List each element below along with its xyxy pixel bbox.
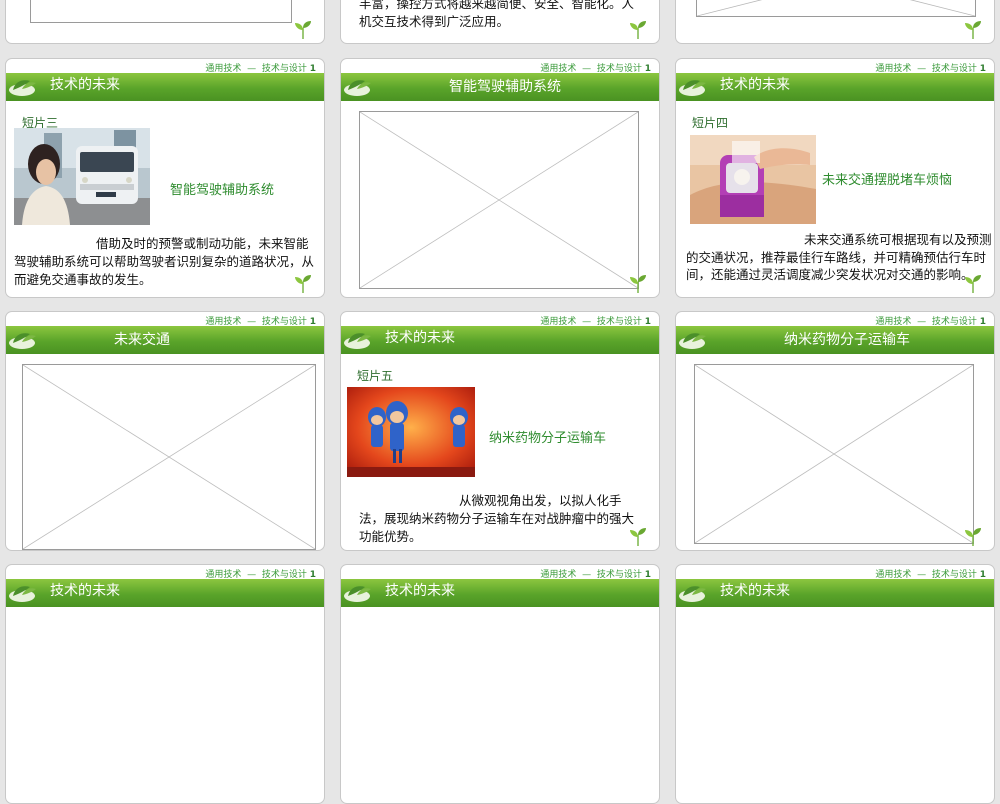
slide-header-title: 未来交通: [114, 332, 170, 348]
leaf-logo-icon: [344, 333, 371, 349]
video-thumbnail-car[interactable]: [14, 128, 150, 225]
slide-thumbnail[interactable]: 通用技术 — 技术与设计 1 智能驾驶辅助系统: [340, 58, 660, 298]
video-thumbnail-watch[interactable]: [690, 135, 816, 224]
slide-thumbnail[interactable]: [5, 0, 325, 44]
slide-body-text: 借助及时的预警或制动功能，未来智能驾驶辅助系统可以帮助驾驶者识别复杂的道路状况，…: [14, 236, 315, 287]
sprout-icon: [965, 21, 981, 39]
slide-header-title: 技术的未来: [385, 330, 455, 346]
slide-thumbnail[interactable]: 通用技术 — 技术与设计 1 技术的未来 短片三 智能驾驶辅助系统 借助及时的预…: [5, 58, 325, 298]
slide-header-title: 技术的未来: [50, 77, 120, 93]
sprout-icon: [295, 21, 311, 39]
video-placeholder[interactable]: [22, 364, 316, 550]
slide-header-title: 技术的未来: [720, 583, 790, 599]
slide-header-title: 技术的未来: [720, 77, 790, 93]
sprout-icon: [295, 275, 311, 293]
slide-thumbnail[interactable]: [675, 0, 995, 44]
leaf-logo-icon: [9, 333, 36, 349]
sprout-icon: [630, 528, 646, 546]
clip-title: 未来交通摆脱堵车烦恼: [822, 173, 953, 188]
leaf-logo-icon: [679, 80, 706, 96]
clip-label: 短片四: [692, 116, 729, 130]
slide-body-text: 丰富，操控方式将越来越简便、安全、智能化。人机交互技术得到广泛应用。: [359, 0, 635, 29]
slide-header-title: 技术的未来: [385, 583, 455, 599]
video-placeholder: [30, 0, 292, 23]
slide-thumbnail[interactable]: 通用技术 — 技术与设计 1 技术的未来 短片五 纳米药物分子运输车 从微观视角…: [340, 311, 660, 551]
slide-header-title: 技术的未来: [50, 583, 120, 599]
sprout-icon: [630, 275, 646, 293]
leaf-logo-icon: [9, 80, 36, 96]
clip-title: 纳米药物分子运输车: [489, 431, 607, 446]
video-thumbnail-nanobots[interactable]: [347, 387, 475, 477]
leaf-logo-icon: [344, 80, 371, 96]
video-placeholder: [696, 0, 976, 17]
slide-thumbnail[interactable]: 通用技术 — 技术与设计 1 技术的未来: [340, 564, 660, 804]
slide-body-text: 从微观视角出发，以拟人化手法，展现纳米药物分子运输车在对战肿瘤中的强大功能优势。: [359, 493, 635, 544]
video-placeholder[interactable]: [694, 364, 974, 544]
slide-thumbnail[interactable]: 通用技术 — 技术与设计 1 未来交通: [5, 311, 325, 551]
slide-thumbnail[interactable]: 通用技术 — 技术与设计 1 技术的未来: [675, 564, 995, 804]
slide-thumbnail[interactable]: 通用技术 — 技术与设计 1 技术的未来 短片四 未来交通摆脱堵车烦恼 未来交通…: [675, 58, 995, 298]
clip-label: 短片五: [357, 369, 394, 383]
video-placeholder[interactable]: [359, 111, 639, 289]
sprout-icon: [630, 21, 646, 39]
sprout-icon: [965, 528, 981, 546]
slide-body-text: 未来交通系统可根据现有以及预测的交通状况，推荐最佳行车路线，并可精确预估行车时间…: [686, 232, 992, 282]
slide-thumbnail[interactable]: 通用技术 — 技术与设计 1 技术的未来: [5, 564, 325, 804]
slide-thumbnail[interactable]: 通用技术 — 技术与设计 1 纳米药物分子运输车: [675, 311, 995, 551]
leaf-logo-icon: [679, 333, 706, 349]
slide-thumbnail[interactable]: 丰富，操控方式将越来越简便、安全、智能化。人机交互技术得到广泛应用。: [340, 0, 660, 44]
clip-title: 智能驾驶辅助系统: [170, 183, 275, 198]
slide-header-title: 智能驾驶辅助系统: [449, 79, 561, 95]
sprout-icon: [965, 275, 981, 293]
slide-header-title: 纳米药物分子运输车: [784, 332, 910, 348]
